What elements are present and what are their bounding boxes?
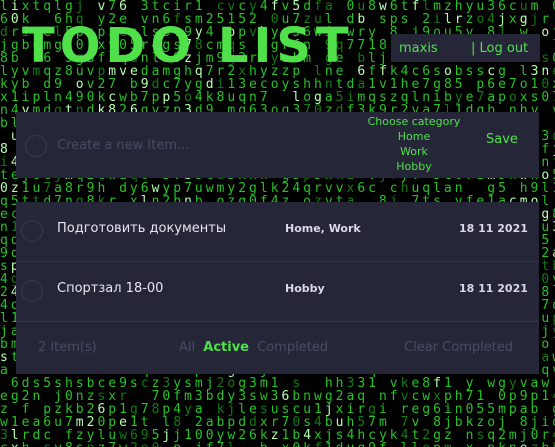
todo-date: 18 11 2021 [459, 282, 528, 295]
filter-completed[interactable]: Completed [257, 340, 328, 355]
category-option-work[interactable]: Work [362, 144, 466, 159]
user-box: maxis | Log out [391, 34, 540, 62]
app-title: TODO LIST [22, 18, 354, 74]
todo-list: Подготовить документы Home, Work 18 11 2… [16, 202, 539, 374]
filter-group: All Active Completed [179, 340, 332, 355]
todo-item[interactable]: Спортзал 18-00 Hobby 18 11 2021 [16, 261, 539, 320]
logout-button[interactable]: | Log out [467, 41, 528, 56]
todo-item[interactable]: Подготовить документы Home, Work 18 11 2… [16, 202, 539, 261]
clear-completed-button[interactable]: Clear Completed [404, 340, 513, 355]
category-option-home[interactable]: Home [362, 129, 466, 144]
filter-all[interactable]: All [179, 340, 195, 355]
todo-task[interactable]: Подготовить документы [57, 221, 226, 236]
category-prompt[interactable]: Choose category [362, 114, 466, 129]
username: maxis [399, 40, 438, 56]
category-selector: Choose category Home Work Hobby [362, 114, 466, 174]
filter-active[interactable]: Active [203, 340, 249, 355]
item-count: 2 item(s) [38, 340, 97, 355]
todo-date: 18 11 2021 [459, 222, 528, 235]
todo-checkbox[interactable] [21, 220, 43, 242]
new-item-panel: Choose category Home Work Hobby Save [16, 112, 539, 178]
todo-categories: Home, Work [285, 222, 361, 235]
todo-task[interactable]: Спортзал 18-00 [57, 281, 163, 296]
new-item-input[interactable] [57, 132, 357, 158]
list-footer: 2 item(s) All Active Completed Clear Com… [16, 321, 539, 374]
todo-categories: Hobby [285, 282, 325, 295]
save-button[interactable]: Save [486, 132, 518, 147]
new-item-checkbox[interactable] [25, 135, 47, 157]
category-option-hobby[interactable]: Hobby [362, 159, 466, 174]
todo-checkbox[interactable] [21, 280, 43, 302]
